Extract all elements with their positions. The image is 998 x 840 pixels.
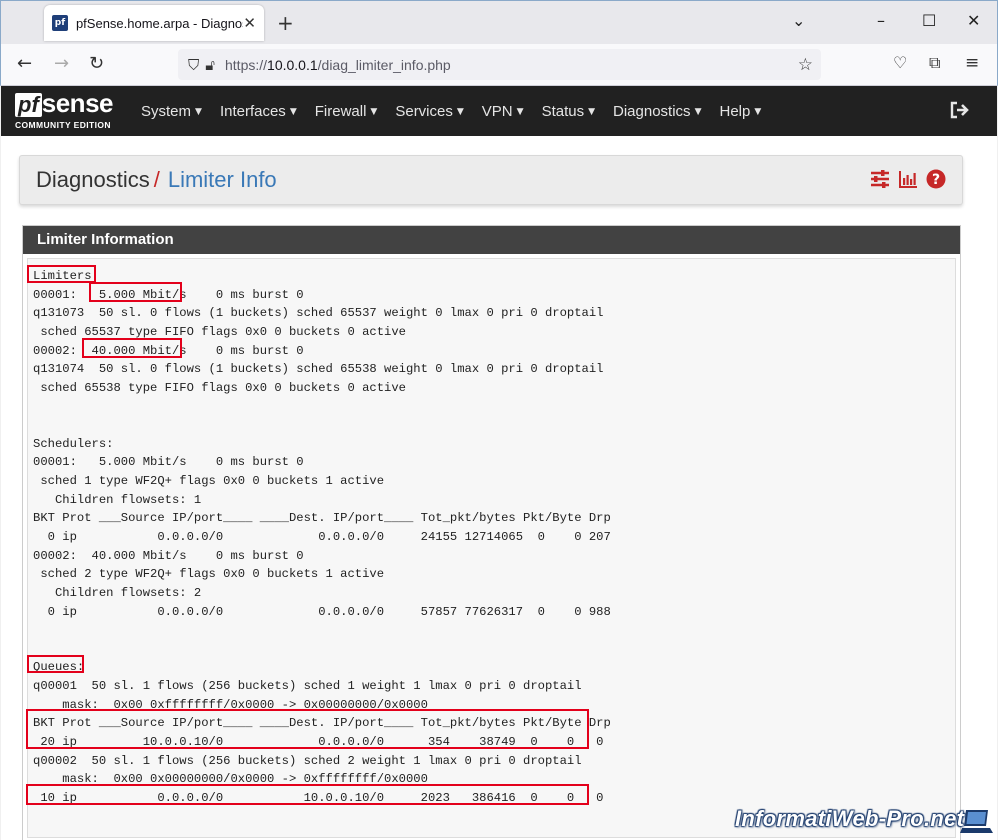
menu-system[interactable]: System ▼ bbox=[141, 103, 202, 120]
output-line: 00001: 5.000 Mbit/s 0 ms burst 0 bbox=[33, 455, 304, 470]
main-menu: System ▼ Interfaces ▼ Firewall ▼ Services ▼ … bbox=[141, 86, 779, 136]
output-line: 0 ip 0.0.0.0/0 0.0.0.0/0 24155 12714065 … bbox=[33, 529, 611, 544]
output-line: Queues: bbox=[33, 660, 85, 675]
new-tab-icon[interactable]: + bbox=[277, 11, 294, 35]
tab-close-icon[interactable]: ✕ bbox=[243, 14, 256, 32]
caret-down-icon: ▼ bbox=[754, 106, 762, 117]
tab-title: pfSense.home.arpa - Diagnostic bbox=[75, 15, 244, 31]
caret-down-icon: ▼ bbox=[195, 106, 202, 117]
laptop-logo-icon bbox=[960, 810, 993, 833]
close-window-icon[interactable]: ✕ bbox=[967, 11, 980, 30]
reload-icon[interactable]: ↻ bbox=[89, 53, 104, 74]
output-line: Schedulers: bbox=[33, 436, 114, 451]
breadcrumb: Diagnostics / Limiter Info ? bbox=[19, 155, 963, 205]
address-bar[interactable]: ⛉ 🔓︎ https://10.0.0.1/diag_limiter_info.… bbox=[178, 49, 821, 80]
output-line: Children flowsets: 1 bbox=[33, 492, 202, 507]
watermark: InformatiWeb-Pro.net bbox=[735, 806, 965, 831]
highlight-queue-2-stats bbox=[26, 784, 589, 805]
highlight-queue-1-stats bbox=[26, 709, 589, 749]
forward-arrow-icon[interactable]: → bbox=[54, 53, 69, 74]
caret-down-icon: ▼ bbox=[516, 106, 524, 117]
highlight-limiters-label bbox=[27, 265, 96, 283]
output-line: BKT Prot ___Source IP/port____ ____Dest.… bbox=[33, 511, 611, 526]
output-line: q00002 50 sl. 1 flows (256 buckets) sche… bbox=[33, 753, 582, 768]
browser-nav-bar: ← → ↻ ⛉ 🔓︎ https://10.0.0.1/diag_limiter… bbox=[0, 44, 998, 86]
caret-down-icon: ▼ bbox=[289, 106, 297, 117]
caret-down-icon: ▼ bbox=[694, 106, 702, 117]
breadcrumb-actions: ? bbox=[862, 169, 946, 189]
minimize-icon[interactable]: – bbox=[877, 11, 885, 30]
lock-warning-icon[interactable]: 🔓︎ bbox=[205, 56, 215, 74]
sliders-icon[interactable] bbox=[870, 169, 890, 189]
panel-title: Limiter Information bbox=[23, 226, 960, 254]
output-line: q00001 50 sl. 1 flows (256 buckets) sche… bbox=[33, 679, 582, 694]
output-line: Children flowsets: 2 bbox=[33, 585, 202, 600]
output-line: q131073 50 sl. 0 flows (1 buckets) sched… bbox=[33, 306, 604, 321]
maximize-icon[interactable]: ☐ bbox=[922, 11, 936, 30]
output-line: sched 2 type WF2Q+ flags 0x0 0 buckets 1… bbox=[33, 567, 385, 582]
pfsense-navbar: pf sense COMMUNITY EDITION System ▼ Inter… bbox=[1, 86, 997, 136]
caret-down-icon: ▼ bbox=[456, 106, 464, 117]
caret-down-icon: ▼ bbox=[588, 106, 596, 117]
menu-help[interactable]: Help ▼ bbox=[719, 103, 761, 120]
output-line: 00002: 40.000 Mbit/s 0 ms burst 0 bbox=[33, 548, 304, 563]
url-text: https://10.0.0.1/diag_limiter_info.php bbox=[225, 56, 451, 73]
highlight-queues-label bbox=[27, 655, 84, 673]
logout-icon[interactable] bbox=[949, 100, 969, 120]
highlight-limiter-2-bandwidth bbox=[82, 338, 182, 358]
menu-services[interactable]: Services ▼ bbox=[395, 103, 463, 120]
browser-tab-bar: pf pfSense.home.arpa - Diagnostic ✕ + ⌄ … bbox=[0, 0, 998, 44]
svg-text:?: ? bbox=[932, 172, 940, 188]
bookmark-star-icon[interactable]: ☆ bbox=[798, 55, 813, 75]
output-line: sched 1 type WF2Q+ flags 0x0 0 buckets 1… bbox=[33, 474, 385, 489]
tab-list-chevron-icon[interactable]: ⌄ bbox=[792, 11, 805, 30]
pfsense-favicon-icon: pf bbox=[52, 15, 68, 31]
help-icon[interactable]: ? bbox=[926, 169, 946, 189]
output-line: 0 ip 0.0.0.0/0 0.0.0.0/0 57857 77626317 … bbox=[33, 604, 611, 619]
menu-firewall[interactable]: Firewall ▼ bbox=[315, 103, 378, 120]
breadcrumb-limiter-info[interactable]: Limiter Info bbox=[168, 167, 277, 193]
shield-icon[interactable]: ⛉ bbox=[188, 56, 199, 74]
breadcrumb-diagnostics[interactable]: Diagnostics bbox=[36, 167, 150, 193]
bar-chart-icon[interactable] bbox=[898, 169, 918, 189]
pfsense-logo[interactable]: pf sense COMMUNITY EDITION bbox=[15, 90, 125, 133]
breadcrumb-separator: / bbox=[153, 167, 160, 192]
back-arrow-icon[interactable]: ← bbox=[17, 53, 32, 74]
browser-tab[interactable]: pf pfSense.home.arpa - Diagnostic ✕ bbox=[44, 5, 264, 41]
pocket-icon[interactable]: ♡ bbox=[893, 53, 907, 72]
highlight-limiter-1-bandwidth bbox=[89, 282, 182, 302]
output-line: sched 65538 type FIFO flags 0x0 0 bucket… bbox=[33, 380, 406, 395]
menu-vpn[interactable]: VPN ▼ bbox=[482, 103, 524, 120]
menu-diagnostics[interactable]: Diagnostics ▼ bbox=[613, 103, 701, 120]
hamburger-menu-icon[interactable]: ≡ bbox=[965, 53, 979, 73]
caret-down-icon: ▼ bbox=[370, 106, 378, 117]
menu-interfaces[interactable]: Interfaces ▼ bbox=[220, 103, 297, 120]
output-line: q131074 50 sl. 0 flows (1 buckets) sched… bbox=[33, 362, 604, 377]
extensions-icon[interactable]: ⧉ bbox=[929, 53, 940, 73]
menu-status[interactable]: Status ▼ bbox=[542, 103, 595, 120]
